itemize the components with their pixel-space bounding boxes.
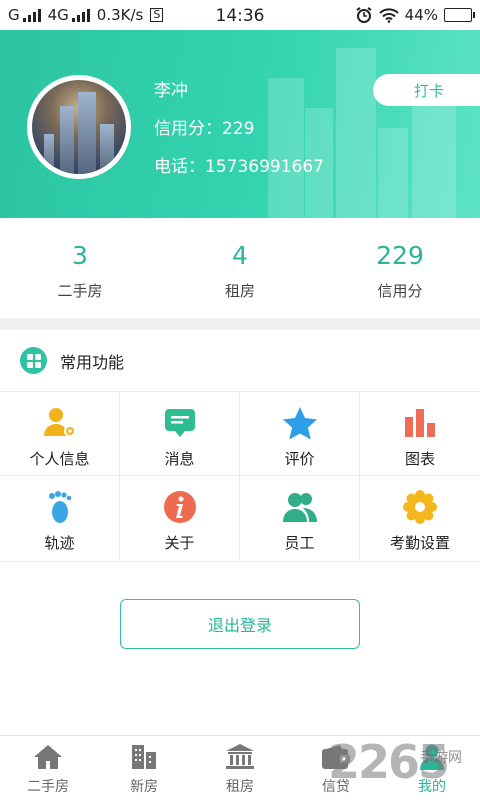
skyline-decoration (412, 88, 456, 218)
stat-rental[interactable]: 4 租房 (160, 218, 320, 318)
stat-credit[interactable]: 229 信用分 (320, 218, 480, 318)
function-label: 关于 (164, 534, 195, 552)
phone-text: 电话：15736991667 (154, 157, 324, 177)
bottom-tab-bar: 二手房 新房 租房 信贷 我的 (0, 735, 480, 800)
alarm-icon (356, 7, 372, 23)
function-label: 个人信息 (29, 450, 90, 468)
stat-label: 租房 (224, 282, 255, 300)
function-personal-info[interactable]: 个人信息 (0, 392, 120, 476)
function-label: 考勤设置 (389, 534, 450, 552)
function-review[interactable]: 评价 (240, 392, 360, 476)
section-title: 常用功能 (60, 352, 125, 372)
info-icon (160, 489, 200, 525)
stat-value: 229 (376, 241, 424, 270)
skyline-decoration (336, 48, 376, 218)
avatar-building (60, 106, 74, 174)
avatar-building (44, 134, 54, 174)
tab-label: 二手房 (27, 779, 69, 795)
footprint-icon (40, 489, 80, 525)
function-label: 轨迹 (44, 534, 75, 552)
function-label: 消息 (164, 450, 195, 468)
bar-chart-icon (400, 405, 440, 441)
skyline-decoration (268, 78, 304, 218)
function-about[interactable]: 关于 (120, 476, 240, 561)
section-header: 常用功能 (0, 330, 480, 392)
stat-label: 二手房 (57, 282, 103, 300)
tab-label: 租房 (226, 779, 254, 795)
avatar[interactable] (27, 75, 131, 179)
person-icon (416, 742, 448, 772)
staff-icon (280, 489, 320, 525)
function-staff[interactable]: 员工 (240, 476, 360, 561)
function-label: 员工 (284, 534, 315, 552)
user-gear-icon (40, 405, 80, 441)
function-track[interactable]: 轨迹 (0, 476, 120, 561)
tab-mine[interactable]: 我的 (384, 736, 480, 800)
star-icon (280, 405, 320, 441)
user-name: 李冲 (154, 81, 188, 101)
message-icon (160, 405, 200, 441)
stat-label: 信用分 (377, 282, 423, 300)
function-charts[interactable]: 图表 (360, 392, 480, 476)
stat-secondhand[interactable]: 3 二手房 (0, 218, 160, 318)
tab-secondhand[interactable]: 二手房 (0, 736, 96, 800)
function-attendance-settings[interactable]: 考勤设置 (360, 476, 480, 561)
battery-percent: 44% (404, 6, 438, 24)
function-grid: 个人信息 消息 评价 图表 轨迹 关于 员工 考勤设置 (0, 392, 480, 562)
tab-label: 信贷 (322, 779, 350, 795)
tab-credit[interactable]: 信贷 (288, 736, 384, 800)
avatar-building (100, 124, 114, 174)
wallet-icon (320, 742, 352, 772)
stat-value: 3 (72, 241, 88, 270)
gear-icon (400, 489, 440, 525)
profile-header: 李冲 信用分：229 电话：15736991667 打卡 (0, 30, 480, 218)
status-bar-right: 44% (355, 6, 475, 24)
skyline-decoration (378, 128, 408, 218)
stat-value: 4 (232, 241, 248, 270)
grid-icon (20, 347, 47, 374)
tab-new-house[interactable]: 新房 (96, 736, 192, 800)
section-divider (0, 318, 480, 330)
battery-icon (444, 8, 475, 22)
status-bar: G 4G 0.3K/s S 14:36 44% (0, 0, 480, 30)
stats-row: 3 二手房 4 租房 229 信用分 (0, 218, 480, 318)
tab-label: 我的 (418, 779, 446, 795)
house-icon (32, 742, 64, 772)
tab-label: 新房 (130, 779, 158, 795)
function-messages[interactable]: 消息 (120, 392, 240, 476)
building-icon (128, 742, 160, 772)
logout-button[interactable]: 退出登录 (120, 599, 360, 649)
function-label: 评价 (284, 450, 315, 468)
function-label: 图表 (404, 450, 435, 468)
tab-rental[interactable]: 租房 (192, 736, 288, 800)
checkin-button[interactable]: 打卡 (373, 74, 480, 106)
avatar-building (78, 92, 96, 174)
credit-score-text: 信用分：229 (154, 119, 255, 139)
wifi-icon (378, 8, 399, 23)
bank-icon (224, 742, 256, 772)
